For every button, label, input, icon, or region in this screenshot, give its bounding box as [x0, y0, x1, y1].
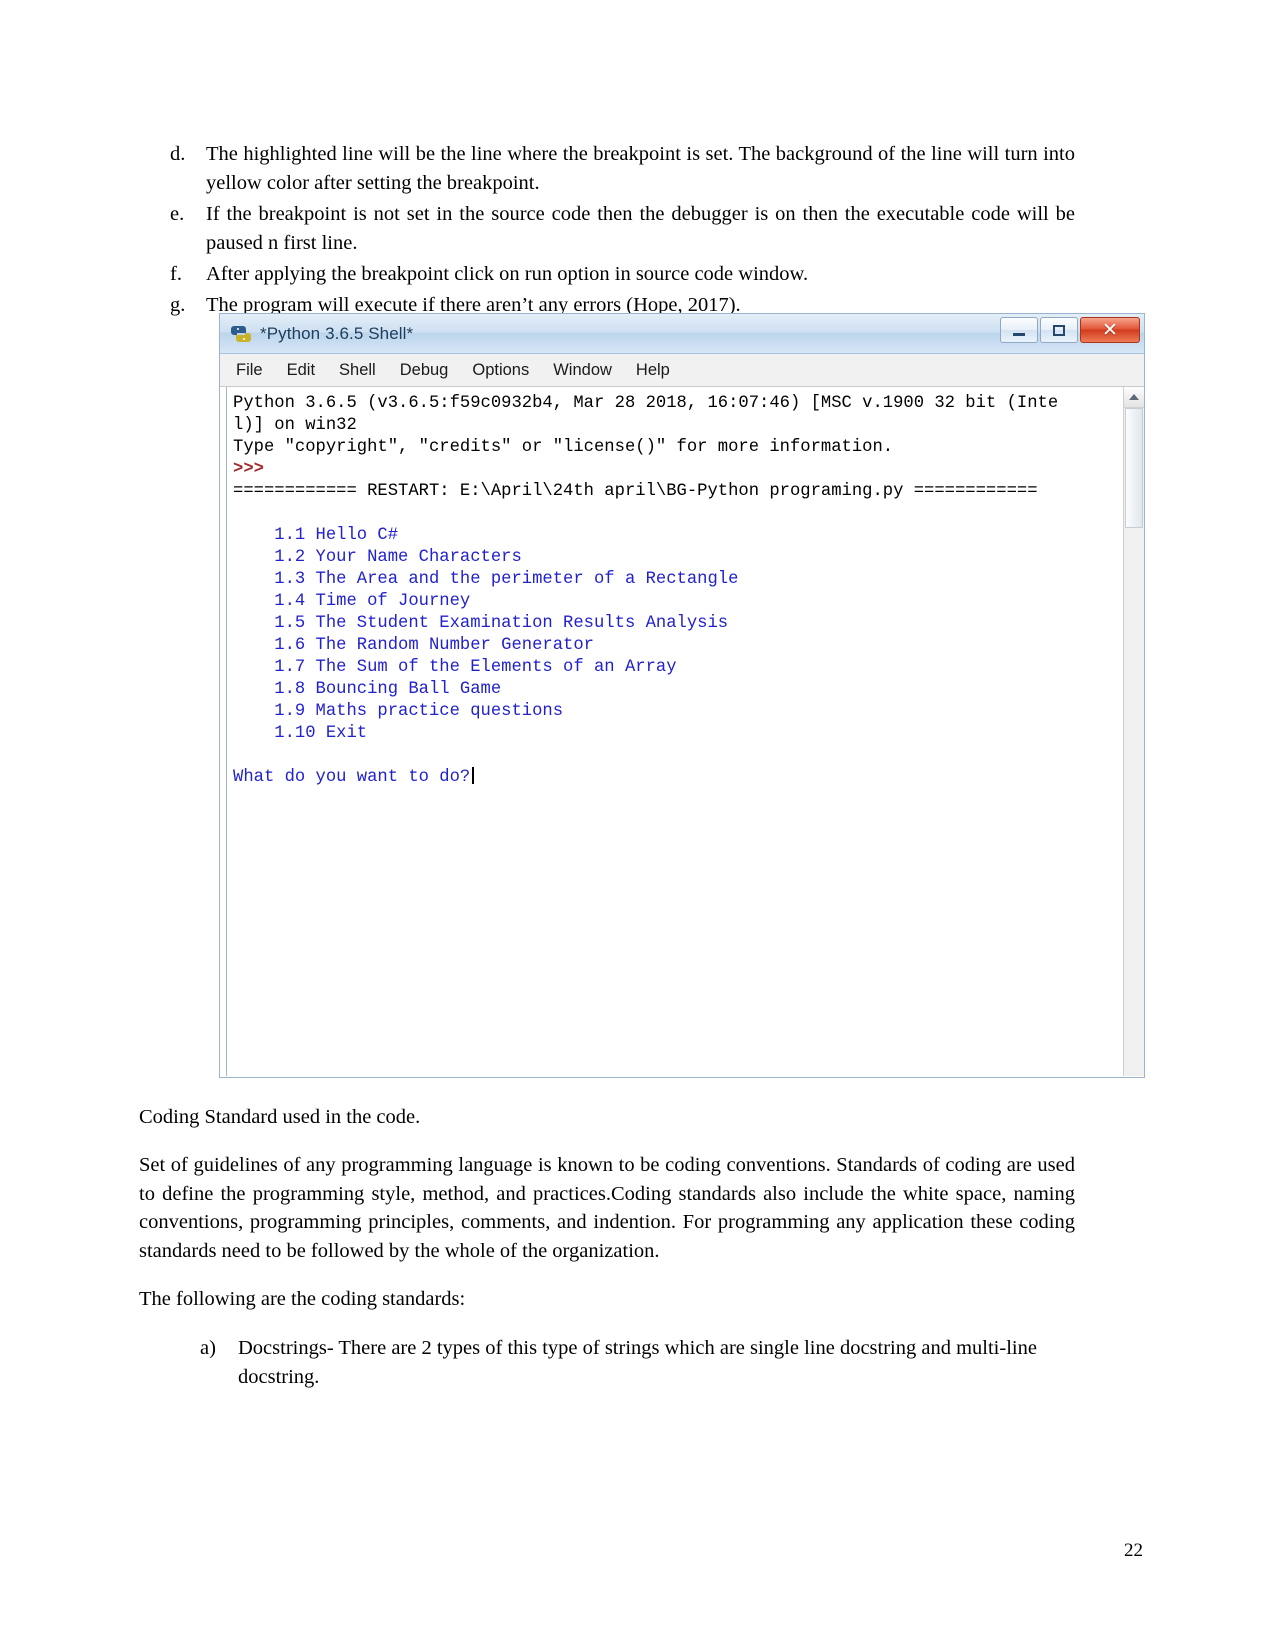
console-menu-item: 1.8 Bouncing Ball Game	[233, 680, 502, 699]
menu-item-shell[interactable]: Shell	[339, 361, 376, 380]
menu-item-help[interactable]: Help	[636, 361, 670, 380]
console-menu-item: 1.6 The Random Number Generator	[233, 636, 594, 655]
close-button[interactable]: ✕	[1080, 317, 1140, 343]
text-cursor	[472, 767, 475, 784]
console-prompt: >>>	[233, 460, 264, 479]
instruction-list: d. The highlighted line will be the line…	[170, 140, 1075, 322]
console-menu-item: 1.4 Time of Journey	[233, 592, 471, 611]
menu-item-file[interactable]: File	[236, 361, 263, 380]
shell-body: Python 3.6.5 (v3.6.5:f59c0932b4, Mar 28 …	[220, 387, 1144, 1076]
console-menu-item: 1.7 The Sum of the Elements of an Array	[233, 658, 677, 677]
console-scrollbar[interactable]	[1123, 387, 1144, 1076]
scrollbar-up-button[interactable]	[1124, 387, 1144, 408]
chevron-up-icon	[1129, 394, 1139, 400]
list-marker: e.	[170, 203, 185, 225]
coding-standard-heading: Coding Standard used in the code.	[139, 1106, 421, 1128]
list-item: f. After applying the breakpoint click o…	[170, 260, 1075, 289]
list-marker: f.	[170, 263, 182, 285]
document-page: d. The highlighted line will be the line…	[0, 0, 1275, 1650]
coding-standard-heading-block: Coding Standard used in the code.	[139, 1103, 1075, 1132]
console-menu-item: 1.5 The Student Examination Results Anal…	[233, 614, 729, 633]
menu-item-options[interactable]: Options	[472, 361, 529, 380]
coding-standard-paragraph-block: Set of guidelines of any programming lan…	[139, 1151, 1075, 1265]
coding-standards-intro: The following are the coding standards:	[139, 1288, 466, 1310]
menu-bar: File Edit Shell Debug Options Window Hel…	[220, 354, 1144, 387]
list-item: e. If the breakpoint is not set in the s…	[170, 200, 1075, 258]
console-restart-line: ============ RESTART: E:\April\24th apri…	[233, 482, 1038, 501]
console-banner-line-1: Python 3.6.5 (v3.6.5:f59c0932b4, Mar 28 …	[233, 394, 1059, 413]
list-item-text: After applying the breakpoint click on r…	[206, 263, 809, 285]
shell-left-gutter	[220, 387, 227, 1076]
python-idle-shell-window: *Python 3.6.5 Shell* ✕ File Edit Shell D…	[219, 313, 1145, 1078]
coding-standards-intro-block: The following are the coding standards:	[139, 1285, 1075, 1314]
console-banner-line-3: Type "copyright", "credits" or "license(…	[233, 438, 894, 457]
window-controls: ✕	[998, 317, 1140, 343]
menu-item-debug[interactable]: Debug	[400, 361, 449, 380]
window-title-bar: *Python 3.6.5 Shell* ✕	[220, 314, 1144, 354]
console-menu-item: 1.3 The Area and the perimeter of a Rect…	[233, 570, 739, 589]
list-marker: g.	[170, 294, 186, 316]
list-item-text: The highlighted line will be the line wh…	[206, 143, 1075, 194]
console-output[interactable]: Python 3.6.5 (v3.6.5:f59c0932b4, Mar 28 …	[227, 387, 1123, 1076]
coding-standards-list-item: a) Docstrings- There are 2 types of this…	[200, 1334, 1075, 1392]
sub-list-marker: a)	[200, 1337, 216, 1359]
console-menu-item: 1.10 Exit	[233, 724, 368, 743]
maximize-button[interactable]	[1040, 317, 1078, 343]
minimize-button[interactable]	[1000, 317, 1038, 343]
console-question-prompt: What do you want to do?	[233, 768, 471, 787]
minimize-icon	[1013, 333, 1025, 336]
page-number: 22	[1124, 1540, 1143, 1561]
sub-list-text: Docstrings- There are 2 types of this ty…	[238, 1337, 1037, 1388]
list-item: d. The highlighted line will be the line…	[170, 140, 1075, 198]
maximize-icon	[1053, 324, 1065, 336]
console-menu-item: 1.9 Maths practice questions	[233, 702, 564, 721]
python-idle-icon	[230, 323, 252, 345]
scrollbar-thumb[interactable]	[1125, 408, 1143, 528]
console-menu-item: 1.1 Hello C#	[233, 526, 399, 545]
window-title: *Python 3.6.5 Shell*	[260, 323, 414, 343]
menu-item-edit[interactable]: Edit	[287, 361, 315, 380]
list-marker: d.	[170, 143, 186, 165]
console-banner-line-2: l)] on win32	[233, 416, 357, 435]
list-item-text: If the breakpoint is not set in the sour…	[206, 203, 1075, 254]
close-icon: ✕	[1102, 319, 1118, 341]
coding-standard-paragraph: Set of guidelines of any programming lan…	[139, 1154, 1075, 1262]
menu-item-window[interactable]: Window	[553, 361, 612, 380]
console-menu-item: 1.2 Your Name Characters	[233, 548, 522, 567]
